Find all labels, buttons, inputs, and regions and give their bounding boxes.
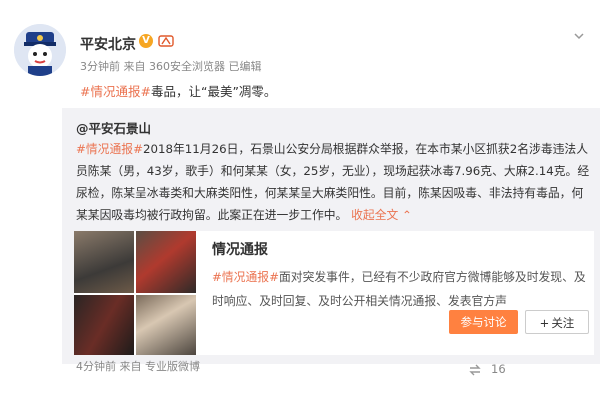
collapse-link[interactable]: 收起全文: [351, 208, 398, 222]
card-photo-2: [136, 231, 196, 293]
repost-author[interactable]: @平安石景山: [76, 118, 151, 137]
author-name[interactable]: 平安北京: [80, 34, 136, 54]
plus-icon: +: [539, 316, 550, 330]
card-title[interactable]: 情况通报: [212, 239, 268, 259]
follow-button[interactable]: + 关注: [525, 310, 589, 334]
repost-text: #情况通报#2018年11月26日，石景山公安分局根据群众举报，在本市某小区抓获…: [76, 138, 590, 226]
post-text-part2: 凋零。: [238, 84, 277, 99]
police-mascot-icon: [14, 24, 66, 76]
repost-body: 2018年11月26日，石景山公安分局根据群众举报，在本市某小区抓获2名涉毒违法…: [76, 142, 590, 222]
repost-footer: 4分钟前 来自 专业版微博: [76, 360, 200, 373]
post-quoted-text: “最美”: [200, 84, 239, 99]
member-badge-icon: [158, 34, 174, 48]
repost-hashtag[interactable]: #情况通报#: [76, 142, 143, 156]
card-hashtag[interactable]: #情况通报#: [212, 270, 279, 284]
post-meta: 3分钟前 来自 360安全浏览器 已编辑: [80, 60, 262, 73]
repost-icon[interactable]: [467, 362, 483, 382]
card-photo-1: [74, 231, 134, 293]
repost-box: @平安石景山 #情况通报#2018年11月26日，石景山公安分局根据群众举报，在…: [62, 108, 600, 373]
repost-count: 16: [491, 362, 506, 376]
join-discussion-button[interactable]: 参与讨论: [449, 310, 518, 334]
author-avatar[interactable]: [14, 24, 66, 76]
post-text-part1: 毒品，让: [150, 84, 201, 99]
topic-card[interactable]: 情况通报 #情况通报#面对突发事件，已经有不少政府官方微博能够及时发现、及时响应…: [74, 231, 594, 355]
weibo-post: 平安北京 V 3分钟前 来自 360安全浏览器 已编辑 #情况通报#毒品，让“最…: [0, 0, 600, 400]
card-photo-3: [74, 295, 134, 355]
post-text: #情况通报#毒品，让“最美”凋零。: [80, 81, 276, 100]
chevron-down-icon[interactable]: [572, 28, 586, 42]
card-description: #情况通报#面对突发事件，已经有不少政府官方微博能够及时发现、及时响应、及时回复…: [212, 265, 590, 313]
post-hashtag[interactable]: #情况通报#: [80, 84, 151, 99]
collapse-arrow-icon[interactable]: ⌃: [402, 208, 412, 222]
verified-badge-icon: V: [139, 34, 153, 48]
card-photo-4: [136, 295, 196, 355]
follow-label: 关注: [551, 316, 575, 330]
